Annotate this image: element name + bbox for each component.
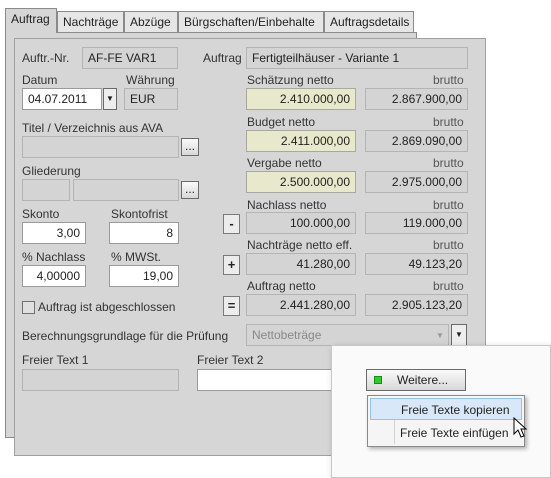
skonto-field[interactable]: 3,00 (22, 222, 86, 244)
gliederung-label: Gliederung (22, 164, 81, 178)
weitere-button[interactable]: Weitere... (366, 369, 466, 391)
plus-button[interactable]: + (223, 255, 240, 275)
datum-dropdown-button[interactable]: ▼ (103, 88, 117, 110)
nachlass-netto-field: 100.000,00 (246, 212, 356, 234)
datum-label: Datum (22, 73, 58, 87)
nachtraege-brutto-field: 49.123,20 (365, 253, 468, 275)
auftrag-field[interactable]: Fertigteilhäuser - Variante 1 (246, 47, 468, 69)
brutto-label: brutto (433, 115, 464, 129)
minus-button[interactable]: - (223, 214, 240, 234)
tab-auftrag[interactable]: Auftrag (5, 8, 57, 33)
brutto-label: brutto (433, 198, 464, 212)
nachlass-field[interactable]: 4,00000 (22, 265, 86, 287)
tab-abzuege[interactable]: Abzüge (124, 11, 178, 32)
brutto-label: brutto (433, 73, 464, 87)
budget-netto-field[interactable]: 2.411.000,00 (246, 130, 356, 152)
schaetzung-netto-field[interactable]: 2.410.000,00 (246, 88, 356, 110)
vergabe-brutto-field: 2.975.000,00 (365, 171, 468, 193)
status-led-icon (374, 376, 382, 384)
abgeschlossen-checkbox[interactable] (22, 301, 35, 314)
nachlass-netto-label: Nachlass netto (247, 198, 327, 212)
waehrung-label: Währung (126, 73, 175, 87)
auftrag-brutto-field: 2.905.123,20 (365, 294, 468, 316)
gliederung-browse-button[interactable]: ... (181, 181, 199, 199)
auftrag-netto-field: 2.441.280,00 (246, 294, 356, 316)
waehrung-field[interactable]: EUR (124, 88, 178, 110)
equals-button[interactable]: = (223, 296, 240, 316)
gliederung-field-1[interactable] (22, 179, 70, 201)
brutto-label: brutto (433, 238, 464, 252)
tab-nachtraege[interactable]: Nachträge (57, 11, 124, 32)
skontofrist-label: Skontofrist (111, 207, 168, 221)
vergabe-netto-field[interactable]: 2.500.000,00 (246, 171, 356, 193)
brutto-label: brutto (433, 279, 464, 293)
schaetzung-label: Schätzung netto (247, 73, 334, 87)
budget-brutto-field: 2.869.090,00 (365, 130, 468, 152)
mwst-label: % MWSt. (111, 250, 161, 264)
menu-item-einfuegen[interactable]: Freie Texte einfügen (370, 422, 522, 444)
chevron-down-icon: ▼ (436, 331, 444, 340)
nachtraege-netto-label: Nachträge netto eff. (247, 238, 353, 252)
berechnung-dropdown-button[interactable]: ▼ (451, 324, 467, 346)
freitext2-label: Freier Text 2 (197, 353, 264, 367)
freitext1-field[interactable] (22, 369, 179, 391)
auftrag-netto-label: Auftrag netto (247, 279, 316, 293)
tab-auftragsdetails[interactable]: Auftragsdetails (324, 11, 414, 32)
schaetzung-brutto-field: 2.867.900,00 (365, 88, 468, 110)
auftr-nr-label: Auftr.-Nr. (22, 51, 70, 65)
auftrag-label: Auftrag (203, 51, 242, 65)
berechnung-label: Berechnungsgrundlage für die Prüfung (22, 329, 229, 343)
titel-label: Titel / Verzeichnis aus AVA (22, 121, 164, 135)
skontofrist-field[interactable]: 8 (109, 222, 179, 244)
brutto-label: brutto (433, 156, 464, 170)
freitext1-label: Freier Text 1 (22, 353, 89, 367)
context-menu: Freie Texte kopieren Freie Texte einfüge… (367, 395, 525, 447)
tab-buergschaften[interactable]: Bürgschaften/Einbehalte (178, 11, 324, 32)
abgeschlossen-label: Auftrag ist abgeschlossen (38, 300, 176, 314)
nachlass-label: % Nachlass (22, 250, 86, 264)
mwst-field[interactable]: 19,00 (109, 265, 179, 287)
gliederung-field-2[interactable] (73, 179, 179, 201)
titel-field[interactable] (22, 136, 179, 158)
datum-field[interactable]: 04.07.2011 (22, 88, 102, 110)
cursor-icon (513, 417, 528, 438)
berechnung-select[interactable]: Nettobeträge (246, 324, 449, 346)
nachtraege-netto-field: 41.280,00 (246, 253, 356, 275)
budget-label: Budget netto (247, 115, 316, 129)
titel-browse-button[interactable]: ... (181, 138, 199, 156)
skonto-label: Skonto (22, 207, 60, 221)
auftr-nr-field[interactable]: AF-FE VAR1 (82, 47, 178, 69)
menu-item-kopieren[interactable]: Freie Texte kopieren (370, 398, 522, 420)
nachlass-brutto-field: 119.000,00 (365, 212, 468, 234)
vergabe-label: Vergabe netto (247, 156, 322, 170)
chevron-down-icon: ▼ (455, 330, 463, 339)
chevron-down-icon: ▼ (106, 94, 114, 103)
weitere-label: Weitere... (397, 373, 449, 387)
freitext2-field[interactable] (197, 369, 353, 391)
